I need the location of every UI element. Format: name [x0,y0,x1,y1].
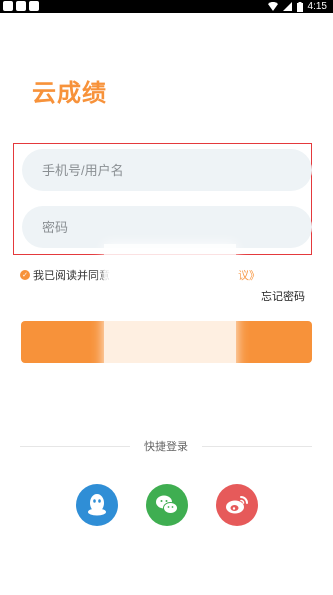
agreement-text: 我已阅读并同意 [33,269,110,282]
weibo-icon [226,496,248,514]
quick-login-label: 快捷登录 [144,440,188,453]
notification-icon [16,1,26,11]
check-icon[interactable]: ✓ [20,270,30,280]
notification-icons [3,1,39,11]
agreement-link[interactable]: 议》 [238,269,260,282]
username-input[interactable] [22,149,312,191]
qq-login-button[interactable] [76,484,118,526]
agreement-link-wrap[interactable]: 议》 [238,267,260,283]
qq-icon [88,494,106,516]
quick-login-divider: 快捷登录 [20,438,312,454]
wechat-icon [156,495,178,514]
divider-line [20,445,130,447]
status-bar: 4:15 [0,0,333,13]
blurred-watermark [104,244,236,404]
wifi-icon [267,2,278,11]
battery-icon [296,1,303,12]
password-input[interactable] [22,206,312,248]
agreement-row[interactable]: ✓ 我已阅读并同意 [20,267,110,283]
notification-icon [29,1,39,11]
weibo-login-button[interactable] [216,484,258,526]
status-time: 4:15 [307,1,327,12]
app-logo-title: 云成绩 [32,79,107,107]
divider-line [202,445,312,447]
status-indicators: 4:15 [267,0,327,13]
blurred-watermark [112,535,333,595]
notification-icon [3,1,13,11]
forgot-password-link[interactable]: 忘记密码 [261,288,305,304]
signal-icon [282,2,292,11]
wechat-login-button[interactable] [146,484,188,526]
